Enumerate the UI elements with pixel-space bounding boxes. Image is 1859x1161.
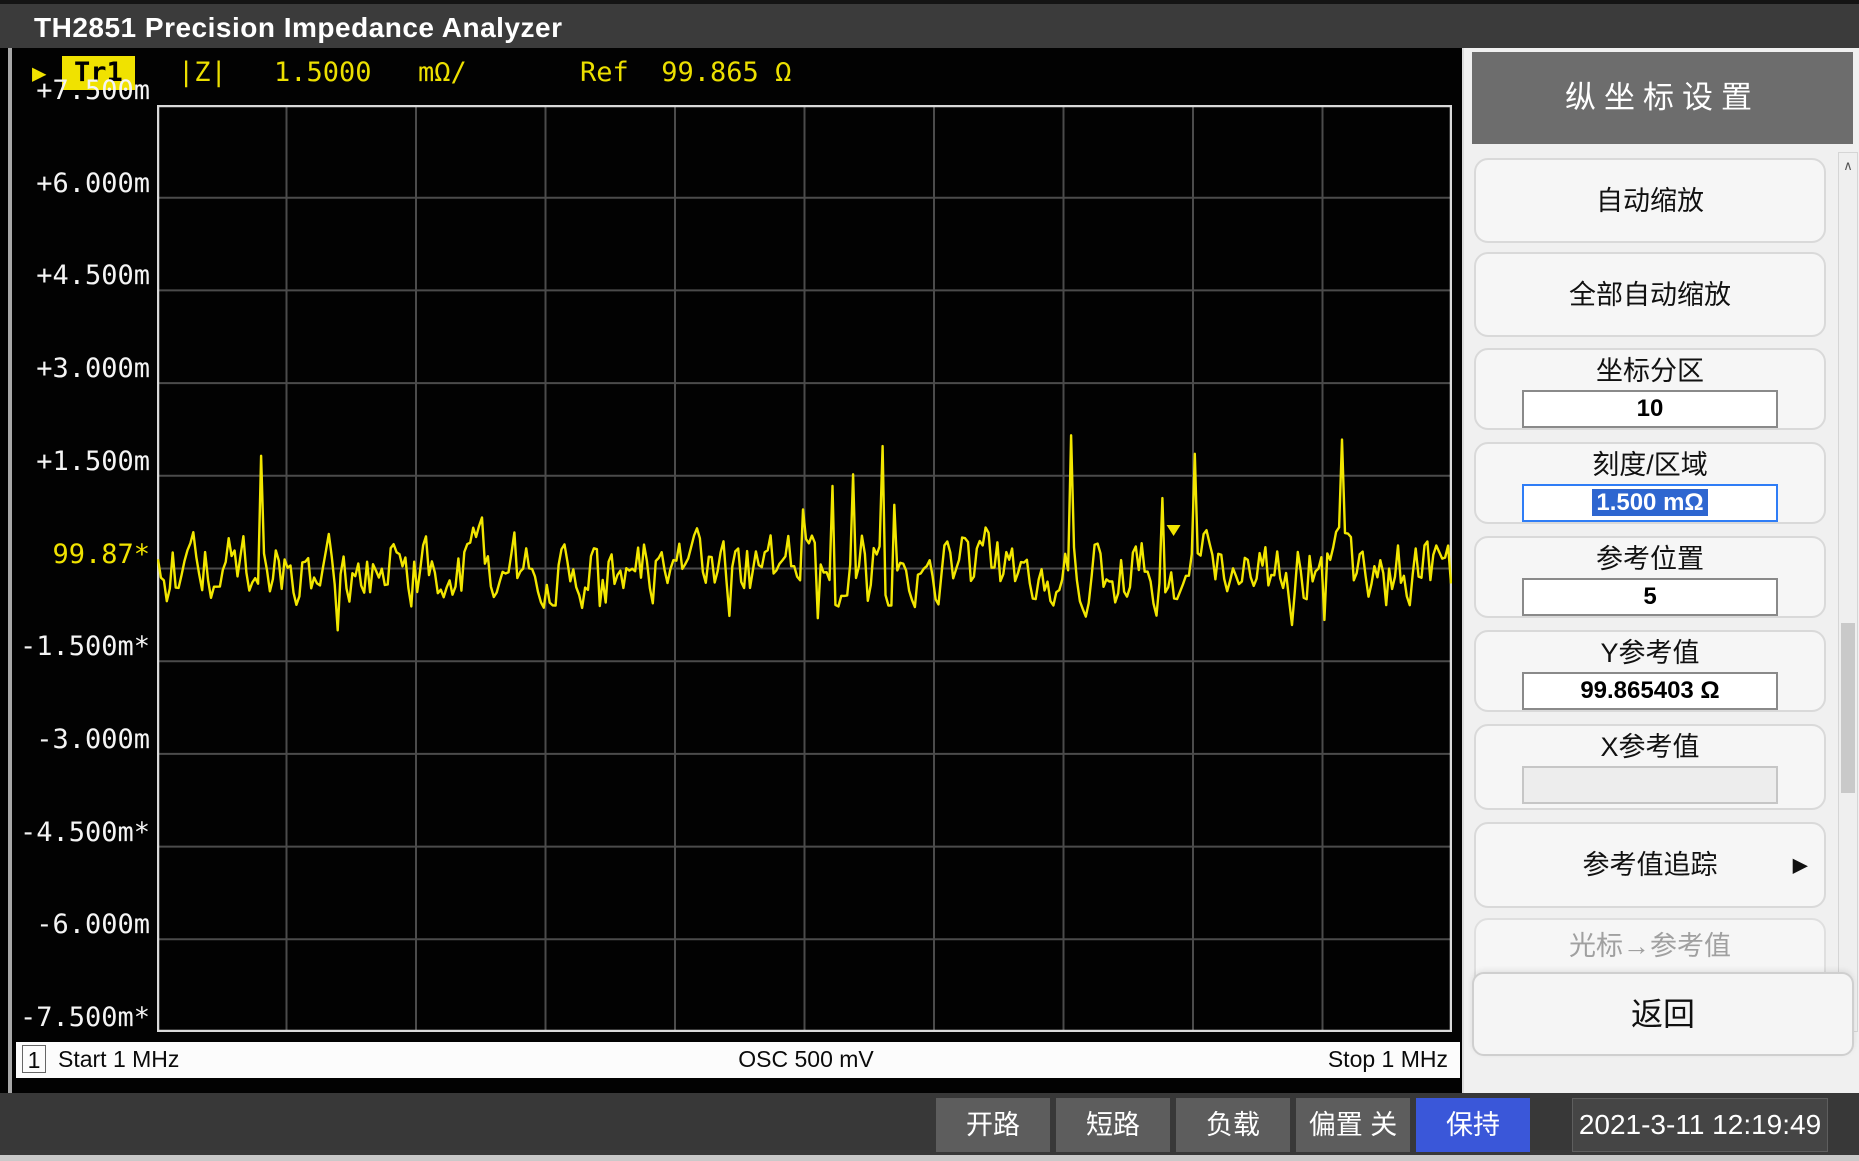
scale-per-division-input[interactable]: 1.500 mΩ [1522, 484, 1778, 522]
y-axis-tick-label: +3.000m [0, 354, 150, 384]
softkey-x-reference-value[interactable]: X参考值 [1474, 724, 1826, 810]
softkey-label: 坐标分区 [1476, 355, 1824, 387]
title-bar: TH2851 Precision Impedance Analyzer [0, 0, 1859, 48]
softkey-sidebar: 纵坐标设置 自动缩放全部自动缩放坐标分区 10 刻度/区域 1.500 mΩ 参考位置 5… [1462, 48, 1859, 1093]
y-axis-tick-label: +4.500m [0, 261, 150, 291]
reference-position-value: 5 [1643, 583, 1656, 610]
trace-marker-icon [1167, 525, 1181, 536]
bottom-edge-strip [0, 1155, 1859, 1161]
y-reference-value-value: 99.865403 Ω [1580, 677, 1719, 704]
x-reference-value-input[interactable] [1522, 766, 1778, 804]
toolbar-button-5[interactable]: 保持 [1416, 1098, 1530, 1152]
sweep-start-label: Start 1 MHz [58, 1046, 179, 1073]
trace-scale-value: 1.5000 [274, 56, 372, 90]
toolbar-button-4[interactable]: 偏置 关 [1296, 1098, 1410, 1152]
softkey-label: 参考位置 [1476, 543, 1824, 575]
softkey-reference-position[interactable]: 参考位置 5 [1474, 536, 1826, 618]
softkey-divisions[interactable]: 坐标分区 10 [1474, 348, 1826, 430]
window-title: TH2851 Precision Impedance Analyzer [34, 8, 562, 48]
y-axis-tick-label: +7.500m [0, 76, 150, 106]
sweep-status-strip: 1 Start 1 MHz OSC 500 mV Stop 1 MHz [16, 1042, 1460, 1078]
back-button[interactable]: 返回 [1472, 972, 1854, 1056]
osc-level-label: OSC 500 mV [738, 1046, 874, 1073]
softkey-scale-per-division[interactable]: 刻度/区域 1.500 mΩ [1474, 442, 1826, 524]
y-reference-value-input[interactable]: 99.865403 Ω [1522, 672, 1778, 710]
toolbar-button-1[interactable]: 开路 [936, 1098, 1050, 1152]
y-axis-tick-label: +6.000m [0, 169, 150, 199]
bottom-toolbar: 开路短路负载偏置 关保持 2021-3-11 12:19:49 [0, 1093, 1859, 1161]
softkey-label: 参考值追踪 [1476, 849, 1824, 881]
softkey-reference-tracking-button[interactable]: 参考值追踪▶ [1474, 822, 1826, 908]
scrollbar-thumb[interactable] [1841, 623, 1855, 793]
y-axis-tick-label: -4.500m* [0, 818, 150, 848]
y-axis-tick-label: -7.500m* [0, 1003, 150, 1033]
softkey-autoscale-all-button[interactable]: 全部自动缩放 [1474, 252, 1826, 337]
softkey-label: 全部自动缩放 [1476, 279, 1824, 311]
softkey-label: 光标→参考值 [1476, 930, 1824, 962]
y-axis-tick-label: +1.500m [0, 447, 150, 477]
divisions-input[interactable]: 10 [1522, 390, 1778, 428]
channel-indicator: 1 [22, 1045, 46, 1073]
submenu-arrow-icon: ▶ [1793, 853, 1808, 878]
sidebar-title: 纵坐标设置 [1472, 52, 1853, 144]
y-axis-tick-label: -3.000m [0, 725, 150, 755]
y-axis-reference-label: 99.87* [0, 540, 150, 570]
softkey-autoscale-button[interactable]: 自动缩放 [1474, 158, 1826, 243]
trace-scale-unit: mΩ/ [418, 56, 467, 90]
softkey-label: X参考值 [1476, 731, 1824, 763]
trace-reference-readout: Ref 99.865 Ω [580, 56, 791, 90]
softkey-y-reference-value[interactable]: Y参考值 99.865403 Ω [1474, 630, 1826, 712]
softkey-label: 自动缩放 [1476, 185, 1824, 217]
reference-position-input[interactable]: 5 [1522, 578, 1778, 616]
sidebar-scrollbar[interactable]: ∧ ∨ [1838, 152, 1858, 1032]
softkey-label: 刻度/区域 [1476, 449, 1824, 481]
y-axis-tick-label: -1.500m* [0, 632, 150, 662]
toolbar-button-2[interactable]: 短路 [1056, 1098, 1170, 1152]
softkey-label: Y参考值 [1476, 637, 1824, 669]
divisions-value: 10 [1637, 395, 1664, 422]
measurement-grid [157, 105, 1452, 1032]
scale-per-division-value: 1.500 mΩ [1592, 489, 1707, 516]
y-axis-tick-label: -6.000m [0, 910, 150, 940]
toolbar-button-3[interactable]: 负载 [1176, 1098, 1290, 1152]
trace-parameter: |Z| [178, 56, 227, 90]
scroll-up-icon[interactable]: ∧ [1839, 153, 1857, 179]
datetime-display: 2021-3-11 12:19:49 [1572, 1098, 1828, 1152]
sweep-stop-label: Stop 1 MHz [1328, 1046, 1448, 1073]
